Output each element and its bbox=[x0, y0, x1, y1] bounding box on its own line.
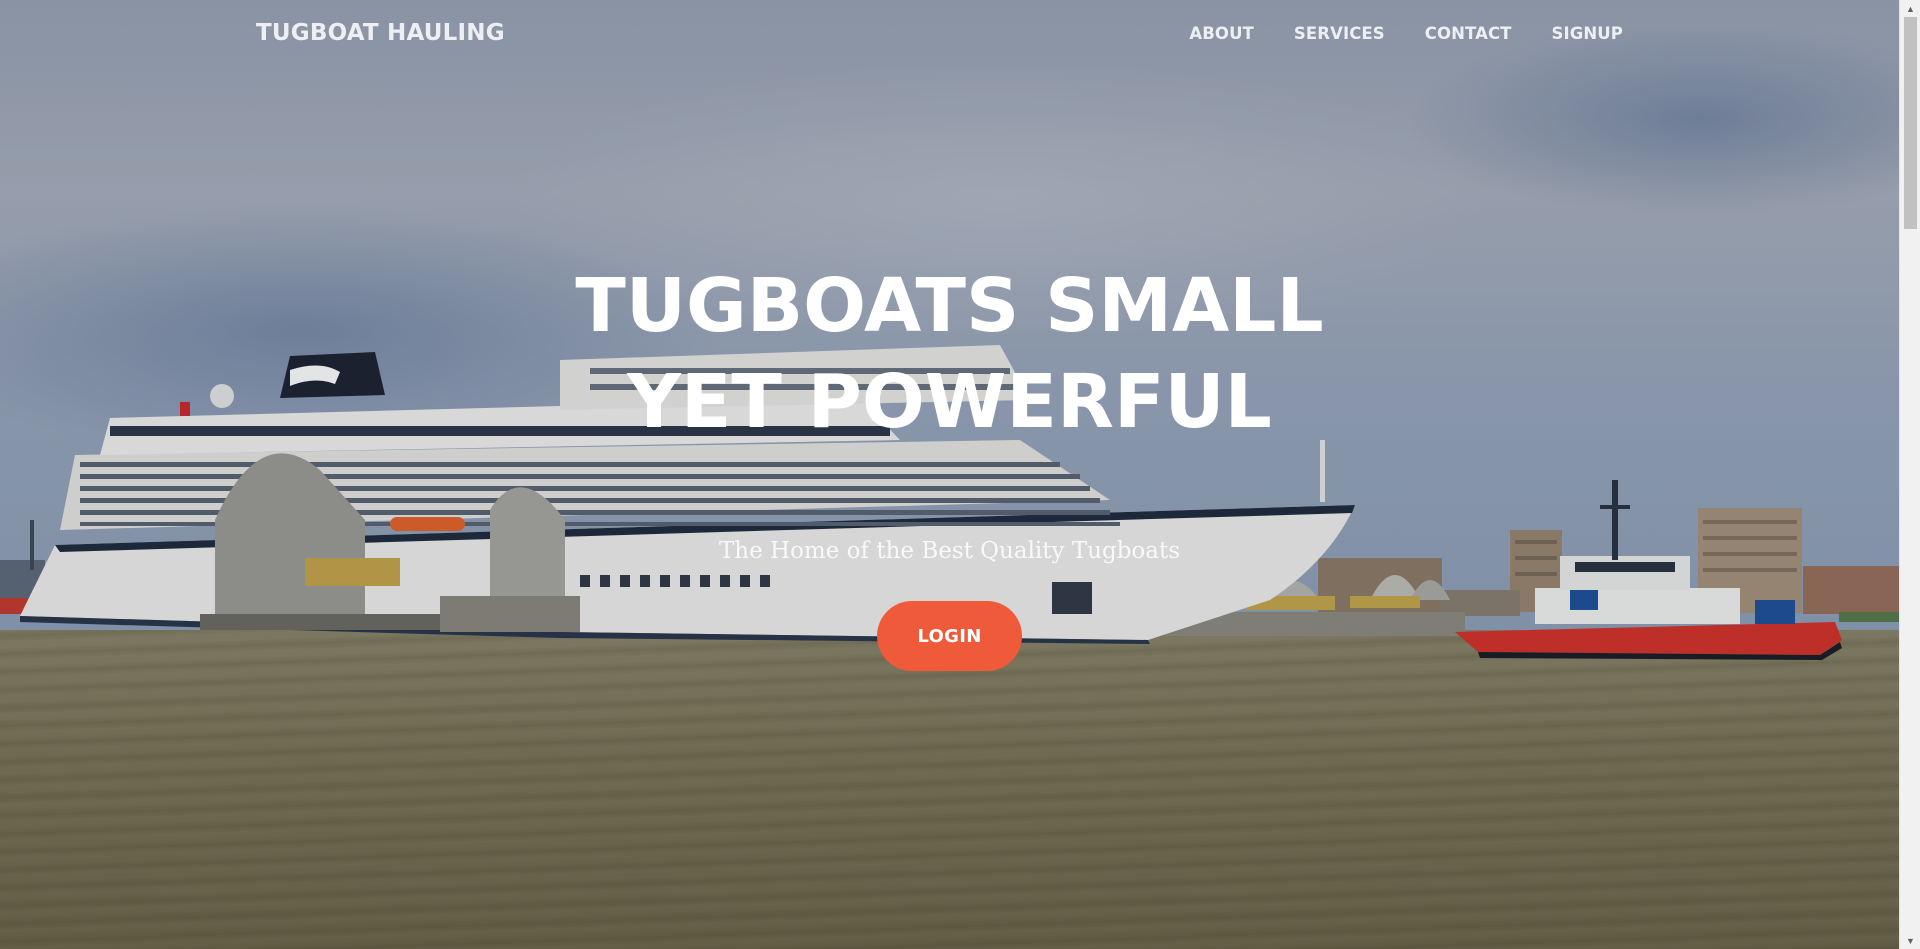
nav-services[interactable]: SERVICES bbox=[1294, 24, 1385, 43]
hero-subtitle: The Home of the Best Quality Tugboats bbox=[718, 538, 1181, 564]
brand-logo[interactable]: TUGBOAT HAULING bbox=[256, 20, 505, 46]
scroll-down-arrow-icon[interactable]: ▼ bbox=[1900, 932, 1920, 949]
login-button[interactable]: LOGIN bbox=[877, 601, 1022, 671]
hero-section: TUGBOATS SMALL YET POWERFUL The Home of … bbox=[0, 258, 1899, 671]
scroll-thumb[interactable] bbox=[1904, 17, 1917, 229]
main-nav: ABOUT SERVICES CONTACT SIGNUP bbox=[1189, 24, 1623, 43]
nav-contact[interactable]: CONTACT bbox=[1425, 24, 1512, 43]
hero-title: TUGBOATS SMALL YET POWERFUL bbox=[575, 263, 1324, 445]
nav-signup[interactable]: SIGNUP bbox=[1552, 24, 1623, 43]
vertical-scrollbar[interactable]: ▲ ▼ bbox=[1899, 0, 1920, 949]
page: TUGBOAT HAULING ABOUT SERVICES CONTACT S… bbox=[0, 0, 1899, 949]
nav-about[interactable]: ABOUT bbox=[1189, 24, 1254, 43]
scroll-up-arrow-icon[interactable]: ▲ bbox=[1900, 0, 1920, 17]
